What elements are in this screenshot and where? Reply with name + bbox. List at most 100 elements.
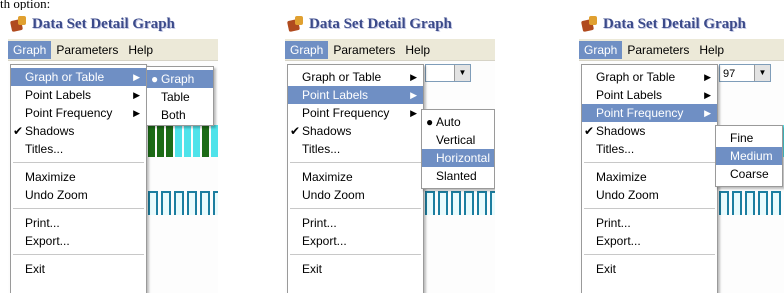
menu-separator xyxy=(584,254,715,255)
menu-separator xyxy=(13,254,144,255)
menu-item-point-labels[interactable]: Point Labels ▶ xyxy=(288,86,423,104)
menu-item-exit[interactable]: Exit xyxy=(288,260,423,278)
menu-graph[interactable]: Graph xyxy=(285,40,329,59)
menu-item-maximize[interactable]: Maximize xyxy=(288,168,423,186)
menu-help[interactable]: Help xyxy=(123,41,158,59)
menu-parameters[interactable]: Parameters xyxy=(328,41,400,59)
menu-separator xyxy=(584,162,715,163)
menu-item-exit[interactable]: Exit xyxy=(11,260,146,278)
line-chart-strip xyxy=(719,185,784,215)
menu-graph[interactable]: Graph xyxy=(8,40,52,59)
window-panel-graph-or-table: Data Set Detail Graph Graph Parameters H… xyxy=(8,10,218,293)
window-title: Data Set Detail Graph xyxy=(309,15,452,32)
menu-item-shadows[interactable]: ✔ Shadows xyxy=(288,122,423,140)
submenu-point-labels: ● Auto Vertical Horizontal Slanted xyxy=(421,109,495,189)
menu-item-graph-or-table[interactable]: Graph or Table ▶ xyxy=(11,68,146,86)
menu-item-point-labels[interactable]: Point Labels ▶ xyxy=(11,86,146,104)
menu-parameters[interactable]: Parameters xyxy=(51,41,123,59)
menu-item-titles[interactable]: Titles... xyxy=(288,140,423,158)
window-panel-point-labels: Data Set Detail Graph Graph Parameters H… xyxy=(285,10,495,293)
menu-item-undo-zoom[interactable]: Undo Zoom xyxy=(288,186,423,204)
menu-item-point-labels[interactable]: Point Labels ▶ xyxy=(582,86,717,104)
menu-item-undo-zoom[interactable]: Undo Zoom xyxy=(582,186,717,204)
window-panel-point-frequency: Data Set Detail Graph Graph Parameters H… xyxy=(579,10,784,293)
submenu-item-coarse[interactable]: Coarse xyxy=(716,165,782,183)
window-title: Data Set Detail Graph xyxy=(603,15,746,32)
menu-bar: Graph Parameters Help xyxy=(579,39,784,61)
year-combo[interactable]: 97 ▼ xyxy=(719,64,771,82)
app-icon xyxy=(580,15,599,33)
radio-bullet-icon: ● xyxy=(426,115,434,129)
menu-bar: Graph Parameters Help xyxy=(8,39,218,61)
submenu-arrow-icon: ▶ xyxy=(133,72,140,82)
graph-menu-dropdown: Graph or Table ▶ Point Labels ▶ Point Freq… xyxy=(10,64,147,293)
menu-item-maximize[interactable]: Maximize xyxy=(582,168,717,186)
submenu-arrow-icon: ▶ xyxy=(704,90,711,100)
checkmark-icon: ✔ xyxy=(290,124,301,138)
title-bar: Data Set Detail Graph xyxy=(8,10,218,38)
submenu-item-both[interactable]: Both xyxy=(147,106,213,124)
menu-item-exit[interactable]: Exit xyxy=(582,260,717,278)
menu-graph[interactable]: Graph xyxy=(579,40,623,59)
chevron-down-icon[interactable]: ▼ xyxy=(454,65,470,81)
menu-parameters[interactable]: Parameters xyxy=(622,41,694,59)
menu-help[interactable]: Help xyxy=(694,41,729,59)
menu-item-shadows[interactable]: ✔ Shadows xyxy=(582,122,717,140)
submenu-graph-or-table: ● Graph Table Both xyxy=(146,66,214,126)
menu-item-point-frequency[interactable]: Point Frequency ▶ xyxy=(582,104,717,122)
menu-item-print[interactable]: Print... xyxy=(288,214,423,232)
window-title: Data Set Detail Graph xyxy=(32,15,175,32)
menu-separator xyxy=(13,208,144,209)
menu-separator xyxy=(290,254,421,255)
submenu-arrow-icon: ▶ xyxy=(704,108,711,118)
radio-bullet-icon: ● xyxy=(151,72,159,86)
menu-help[interactable]: Help xyxy=(400,41,435,59)
app-icon xyxy=(286,15,305,33)
menu-item-print[interactable]: Print... xyxy=(582,214,717,232)
menu-item-graph-or-table[interactable]: Graph or Table ▶ xyxy=(288,68,423,86)
year-combo[interactable]: ▼ xyxy=(425,64,471,82)
menu-item-shadows[interactable]: ✔ Shadows xyxy=(11,122,146,140)
menu-item-point-frequency[interactable]: Point Frequency ▶ xyxy=(288,104,423,122)
submenu-item-table[interactable]: Table xyxy=(147,88,213,106)
menu-item-export[interactable]: Export... xyxy=(288,232,423,250)
submenu-item-graph[interactable]: ● Graph xyxy=(147,70,213,88)
menu-item-undo-zoom[interactable]: Undo Zoom xyxy=(11,186,146,204)
menu-item-export[interactable]: Export... xyxy=(582,232,717,250)
menu-bar: Graph Parameters Help xyxy=(285,39,495,61)
chevron-down-icon[interactable]: ▼ xyxy=(754,65,770,81)
graph-menu-dropdown: Graph or Table ▶ Point Labels ▶ Point Freq… xyxy=(287,64,424,293)
graph-menu-dropdown: Graph or Table ▶ Point Labels ▶ Point Freq… xyxy=(581,64,718,293)
line-chart-strip xyxy=(425,185,495,215)
menu-item-titles[interactable]: Titles... xyxy=(11,140,146,158)
menu-item-maximize[interactable]: Maximize xyxy=(11,168,146,186)
title-bar: Data Set Detail Graph xyxy=(579,10,784,38)
submenu-arrow-icon: ▶ xyxy=(410,108,417,118)
menu-item-titles[interactable]: Titles... xyxy=(582,140,717,158)
menu-item-point-frequency[interactable]: Point Frequency ▶ xyxy=(11,104,146,122)
title-bar: Data Set Detail Graph xyxy=(285,10,495,38)
menu-separator xyxy=(584,208,715,209)
submenu-item-horizontal[interactable]: Horizontal xyxy=(422,149,494,167)
menu-item-graph-or-table[interactable]: Graph or Table ▶ xyxy=(582,68,717,86)
line-chart-strip xyxy=(148,185,218,215)
submenu-point-frequency: Fine Medium Coarse xyxy=(715,125,783,187)
submenu-arrow-icon: ▶ xyxy=(410,90,417,100)
submenu-item-medium[interactable]: Medium xyxy=(716,147,782,165)
submenu-arrow-icon: ▶ xyxy=(133,108,140,118)
submenu-arrow-icon: ▶ xyxy=(704,72,711,82)
menu-item-export[interactable]: Export... xyxy=(11,232,146,250)
submenu-item-slanted[interactable]: Slanted xyxy=(422,167,494,185)
checkmark-icon: ✔ xyxy=(13,124,24,138)
menu-separator xyxy=(290,162,421,163)
menu-item-print[interactable]: Print... xyxy=(11,214,146,232)
app-icon xyxy=(9,15,28,33)
submenu-arrow-icon: ▶ xyxy=(133,90,140,100)
submenu-item-auto[interactable]: ● Auto xyxy=(422,113,494,131)
submenu-arrow-icon: ▶ xyxy=(410,72,417,82)
checkmark-icon: ✔ xyxy=(584,124,595,138)
bar-chart-strip xyxy=(148,121,218,157)
year-combo-value: 97 xyxy=(723,68,736,80)
submenu-item-vertical[interactable]: Vertical xyxy=(422,131,494,149)
submenu-item-fine[interactable]: Fine xyxy=(716,129,782,147)
